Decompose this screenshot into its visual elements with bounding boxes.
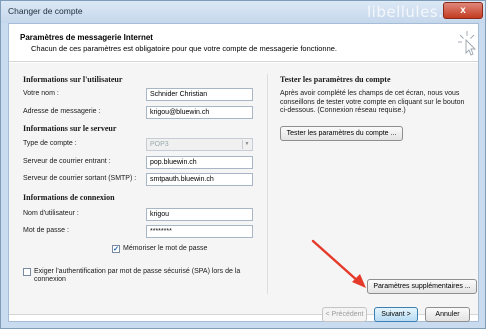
chevron-down-icon: ▼ <box>242 140 251 149</box>
email-label: Adresse de messagerie : <box>23 108 101 115</box>
header-title: Paramètres de messagerie Internet <box>20 33 153 42</box>
title-bar: Changer de compte libellules.ch x <box>1 1 485 23</box>
incoming-server-field[interactable]: pop.bluewin.ch <box>146 156 253 169</box>
username-field[interactable]: krigou <box>146 208 253 221</box>
test-settings-description: Après avoir complété les champs de cet é… <box>280 90 465 114</box>
test-settings-title: Tester les paramètres du compte <box>280 75 391 84</box>
header-subtitle: Chacun de ces paramètres est obligatoire… <box>31 44 338 53</box>
name-field[interactable]: Schnider Christian <box>146 88 253 101</box>
close-button[interactable]: x <box>443 2 483 19</box>
test-account-button[interactable]: Tester les paramètres du compte ... <box>280 126 403 141</box>
column-divider <box>267 74 268 294</box>
back-button[interactable]: < Précédent <box>322 307 367 322</box>
password-field[interactable]: ******** <box>146 225 253 238</box>
outgoing-server-field[interactable]: smtpauth.bluewin.ch <box>146 173 253 186</box>
account-type-value: POP3 <box>150 141 169 148</box>
spa-label: Exiger l'authentification par mot de pas… <box>34 268 241 283</box>
email-field[interactable]: krigou@bluewin.ch <box>146 106 253 119</box>
window-title: Changer de compte <box>8 6 83 16</box>
spa-checkbox[interactable] <box>23 268 31 276</box>
password-label: Mot de passe : <box>23 227 69 234</box>
outgoing-server-label: Serveur de courrier sortant (SMTP) : <box>23 175 137 182</box>
user-info-title: Informations sur l'utilisateur <box>23 75 123 84</box>
name-label: Votre nom : <box>23 90 59 97</box>
settings-body: Informations sur l'utilisateur Votre nom… <box>9 63 478 314</box>
dialog-header: Paramètres de messagerie Internet Chacun… <box>9 24 478 62</box>
dialog-window: Changer de compte libellules.ch x Paramè… <box>0 0 486 329</box>
login-info-title: Informations de connexion <box>23 193 115 202</box>
server-info-title: Informations sur le serveur <box>23 124 117 133</box>
cursor-sparkle-icon <box>458 31 477 56</box>
cancel-button[interactable]: Annuler <box>425 307 470 322</box>
incoming-server-label: Serveur de courrier entrant : <box>23 158 111 165</box>
more-settings-button[interactable]: Paramètres supplémentaires ... <box>367 279 477 294</box>
account-type-select: POP3 ▼ <box>146 138 253 151</box>
remember-password-label: Mémoriser le mot de passe <box>123 245 208 252</box>
account-type-label: Type de compte : <box>23 140 77 147</box>
username-label: Nom d'utilisateur : <box>23 210 79 217</box>
next-button[interactable]: Suivant > <box>374 307 418 322</box>
dialog-content: Paramètres de messagerie Internet Chacun… <box>8 23 479 322</box>
remember-password-checkbox[interactable]: ✓ <box>112 245 120 253</box>
